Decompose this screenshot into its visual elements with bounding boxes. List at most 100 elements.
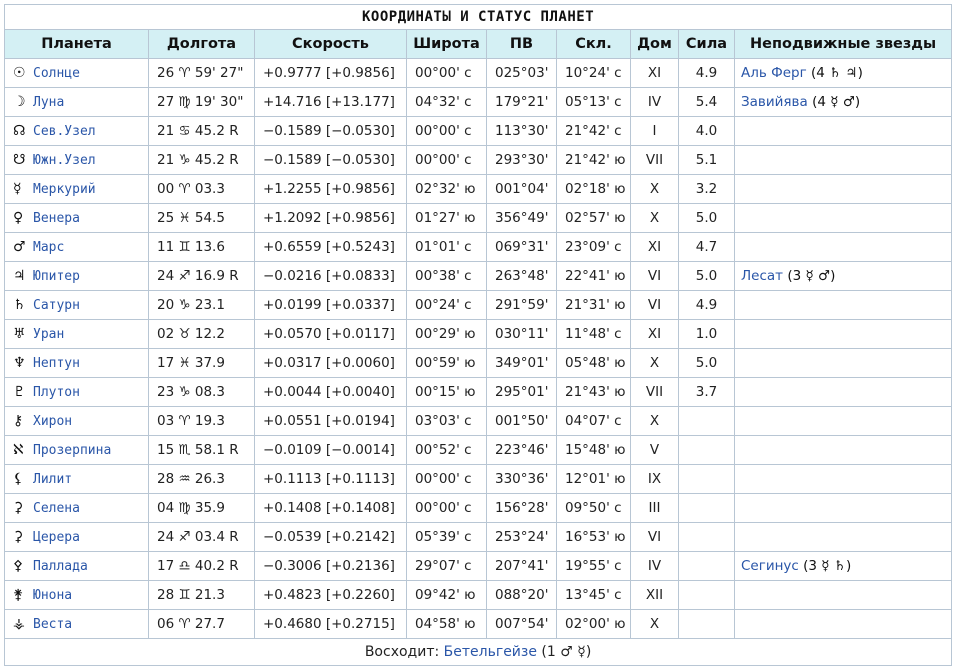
cell-strength [678,609,735,639]
planet-name-link[interactable]: Юпитер [33,269,80,284]
planet-glyph-icon: ♅ [13,326,26,342]
cell-planet[interactable]: ☿ Меркурий [4,174,149,204]
cell-strength: 4.0 [678,116,735,146]
cell-longitude: 20 ♑ 23.1 [148,290,255,320]
planet-name-link[interactable]: Веста [33,617,72,632]
planet-name-link[interactable]: Хирон [33,414,72,429]
cell-speed: +0.1113 [+0.1113] [254,464,407,494]
cell-speed: +0.4680 [+0.2715] [254,609,407,639]
cell-strength [678,551,735,581]
cell-planet[interactable]: ♄ Сатурн [4,290,149,320]
planet-name-link[interactable]: Сев.Узел [33,124,96,139]
cell-declination: 11°48' с [556,319,631,349]
col-header-speed: Скорость [254,29,407,59]
fixed-star-link[interactable]: Лесат [741,268,783,284]
cell-fixed-star: Завийява (4 ☿ ♂) [733,87,953,117]
cell-speed: +0.4823 [+0.2260] [254,580,407,610]
cell-declination: 22°41' ю [556,261,631,291]
fixed-star-link[interactable]: Завийява [741,94,808,110]
cell-declination: 21°42' ю [556,145,631,175]
cell-latitude: 00°00' с [406,493,487,523]
cell-declination: 16°53' ю [556,522,631,552]
cell-planet[interactable]: ⚳ Селена [4,493,149,523]
planet-name-link[interactable]: Марс [33,240,64,255]
cell-house: X [630,203,679,233]
table-row: ⚴ Паллада 17 ♎ 40.2 R −0.3006 [+0.2136] 29°0… [4,551,953,581]
planet-name-link[interactable]: Нептун [33,356,80,371]
cell-planet[interactable]: ⚴ Паллада [4,551,149,581]
cell-planet[interactable]: ☉ Солнце [4,58,149,88]
cell-declination: 12°01' ю [556,464,631,494]
cell-house: VI [630,261,679,291]
planet-name-link[interactable]: Прозерпина [33,443,111,458]
cell-planet[interactable]: ♃ Юпитер [4,261,149,291]
col-header-planet: Планета [4,29,149,59]
planet-name-link[interactable]: Юнона [33,588,72,603]
planet-status-table-container: КООРДИНАТЫ И СТАТУС ПЛАНЕТ Планета Долго… [3,4,953,666]
ascendant-star-link[interactable]: Бетельгейзе [444,644,537,660]
cell-fixed-star [733,290,953,320]
planet-glyph-icon: ⚳ [13,500,24,516]
planet-name-link[interactable]: Меркурий [33,182,96,197]
planet-name-link[interactable]: Сатурн [33,298,80,313]
header-row: Планета Долгота Скорость Широта ПВ Скл. … [4,29,953,59]
planet-name-link[interactable]: Церера [33,530,80,545]
cell-planet[interactable]: ☊ Сев.Узел [4,116,149,146]
cell-planet[interactable]: ♀ Венера [4,203,149,233]
ascendant-label: Восходит: [364,644,440,660]
table-row: ⚷ Хирон 03 ♈ 19.3 +0.0551 [+0.0194] 03°03' с… [4,406,953,436]
cell-house: IV [630,87,679,117]
cell-longitude: 03 ♈ 19.3 [148,406,255,436]
col-header-latitude: Широта [406,29,487,59]
planet-name-link[interactable]: Плутон [33,385,80,400]
cell-fixed-star [733,116,953,146]
cell-speed: +1.2255 [+0.9856] [254,174,407,204]
planet-name-link[interactable]: Селена [33,501,80,516]
table-row: ☊ Сев.Узел 21 ♋ 45.2 R −0.1589 [−0.0530] 00°… [4,116,953,146]
cell-planet[interactable]: ⚶ Веста [4,609,149,639]
planet-name-link[interactable]: Южн.Узел [33,153,96,168]
cell-planet[interactable]: ☽ Луна [4,87,149,117]
cell-fixed-star [733,464,953,494]
table-row: ♄ Сатурн 20 ♑ 23.1 +0.0199 [+0.0337] 00°24' … [4,290,953,320]
cell-speed: −0.1589 [−0.0530] [254,145,407,175]
cell-planet[interactable]: ♇ Плутон [4,377,149,407]
cell-planet[interactable]: ♆ Нептун [4,348,149,378]
planet-name-link[interactable]: Паллада [33,559,88,574]
planet-name-link[interactable]: Уран [33,327,64,342]
cell-ra: 263°48' [486,261,557,291]
fixed-star-info: (3 ☿ ♂) [787,268,836,284]
cell-longitude: 06 ♈ 27.7 [148,609,255,639]
table-row: ⚸ Лилит 28 ♒ 26.3 +0.1113 [+0.1113] 00°00' с… [4,464,953,494]
fixed-star-link[interactable]: Сегинус [741,558,799,574]
planet-name-link[interactable]: Лилит [33,472,72,487]
cell-fixed-star [733,232,953,262]
planet-name-link[interactable]: Венера [33,211,80,226]
cell-strength: 3.2 [678,174,735,204]
table-row: ♂ Марс 11 ♊ 13.6 +0.6559 [+0.5243] 01°01' с0… [4,232,953,262]
cell-ra: 349°01' [486,348,557,378]
cell-planet[interactable]: ⚷ Хирон [4,406,149,436]
cell-planet[interactable]: ℵ Прозерпина [4,435,149,465]
planet-name-link[interactable]: Луна [33,95,64,110]
planet-name-link[interactable]: Солнце [33,66,80,81]
cell-house: X [630,609,679,639]
cell-speed: −0.0539 [+0.2142] [254,522,407,552]
table-row: ♆ Нептун 17 ♓ 37.9 +0.0317 [+0.0060] 00°59' … [4,348,953,378]
cell-ra: 295°01' [486,377,557,407]
cell-planet[interactable]: ☋ Южн.Узел [4,145,149,175]
cell-planet[interactable]: ⚳ Церера [4,522,149,552]
cell-house: VII [630,377,679,407]
cell-planet[interactable]: ⚵ Юнона [4,580,149,610]
cell-planet[interactable]: ⚸ Лилит [4,464,149,494]
cell-strength [678,406,735,436]
cell-house: X [630,406,679,436]
cell-ra: 088°20' [486,580,557,610]
cell-latitude: 00°29' ю [406,319,487,349]
cell-latitude: 00°00' с [406,145,487,175]
fixed-star-link[interactable]: Аль Ферг [741,65,807,81]
cell-strength: 1.0 [678,319,735,349]
cell-planet[interactable]: ♅ Уран [4,319,149,349]
table-row: ☋ Южн.Узел 21 ♑ 45.2 R −0.1589 [−0.0530] 00°… [4,145,953,175]
cell-planet[interactable]: ♂ Марс [4,232,149,262]
